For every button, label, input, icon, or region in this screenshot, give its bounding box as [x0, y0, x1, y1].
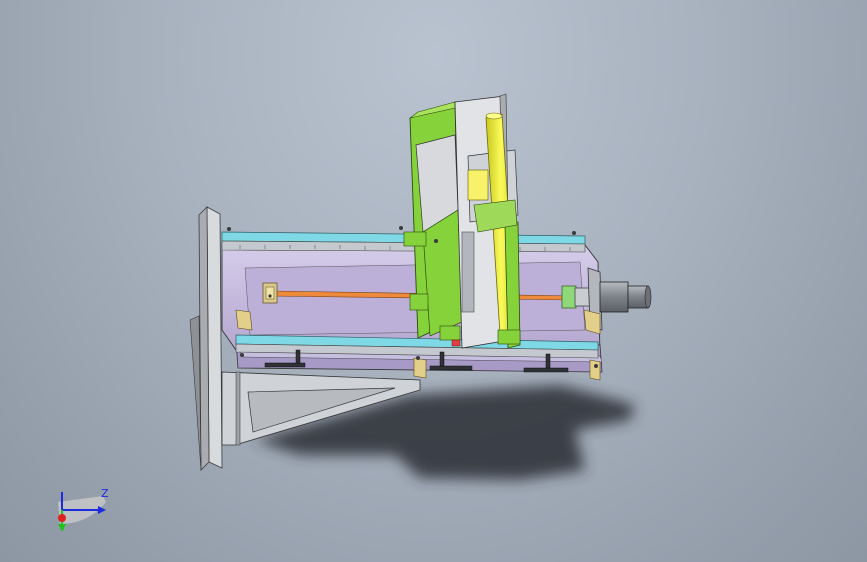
- graphics-viewport[interactable]: Z: [0, 0, 867, 562]
- axis-label-z: Z: [101, 487, 109, 500]
- rail-back[interactable]: [221, 231, 586, 253]
- bearing-block-left[interactable]: [262, 282, 278, 304]
- left-end-plate[interactable]: [189, 206, 223, 471]
- cad-model-view[interactable]: [0, 0, 867, 562]
